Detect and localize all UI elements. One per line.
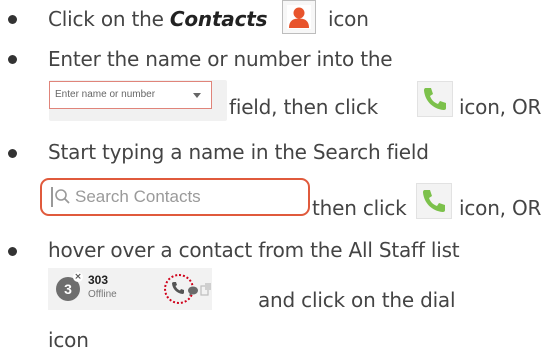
chat-icon[interactable]: [187, 282, 199, 301]
step2-line2: field, then click: [229, 95, 379, 119]
name-or-number-field[interactable]: Enter name or number: [49, 81, 212, 109]
bullet: [8, 55, 17, 64]
call-icon[interactable]: [417, 81, 453, 117]
step1-prefix: Click on the: [48, 7, 164, 31]
bullet: [8, 149, 17, 158]
step4-line3: icon: [48, 328, 89, 352]
step2-line2-end: icon, OR: [459, 95, 542, 119]
step2-line1: Enter the name or number into the: [48, 47, 393, 71]
step3-line1: Start typing a name in the Search field: [48, 140, 429, 164]
bullet: [8, 15, 17, 24]
contact-status: Offline: [88, 289, 117, 300]
step4-line1: hover over a contact from the All Staff …: [48, 238, 460, 262]
phone-icon[interactable]: [171, 280, 185, 299]
chevron-down-icon[interactable]: [193, 93, 201, 98]
step1-suffix: icon: [328, 7, 369, 31]
step1-text: Click on the Contacts: [48, 7, 268, 31]
search-contacts-field[interactable]: Search Contacts: [40, 178, 310, 216]
name-field-placeholder: Enter name or number: [55, 89, 156, 100]
staff-list-row[interactable]: 3 × 303 Offline: [48, 268, 212, 310]
search-icon: [50, 186, 72, 212]
search-placeholder: Search Contacts: [75, 187, 201, 206]
step3-line2-end: icon, OR: [459, 196, 542, 220]
step4-line2: and click on the dial: [258, 288, 456, 312]
transfer-icon[interactable]: [200, 281, 212, 300]
contacts-label: Contacts: [169, 7, 268, 31]
contact-number: 303: [88, 273, 109, 287]
step3-line2: then click: [312, 196, 407, 220]
bullet: [8, 247, 17, 256]
contacts-icon[interactable]: [282, 0, 316, 34]
call-icon[interactable]: [416, 183, 452, 219]
close-icon[interactable]: ×: [73, 272, 83, 282]
